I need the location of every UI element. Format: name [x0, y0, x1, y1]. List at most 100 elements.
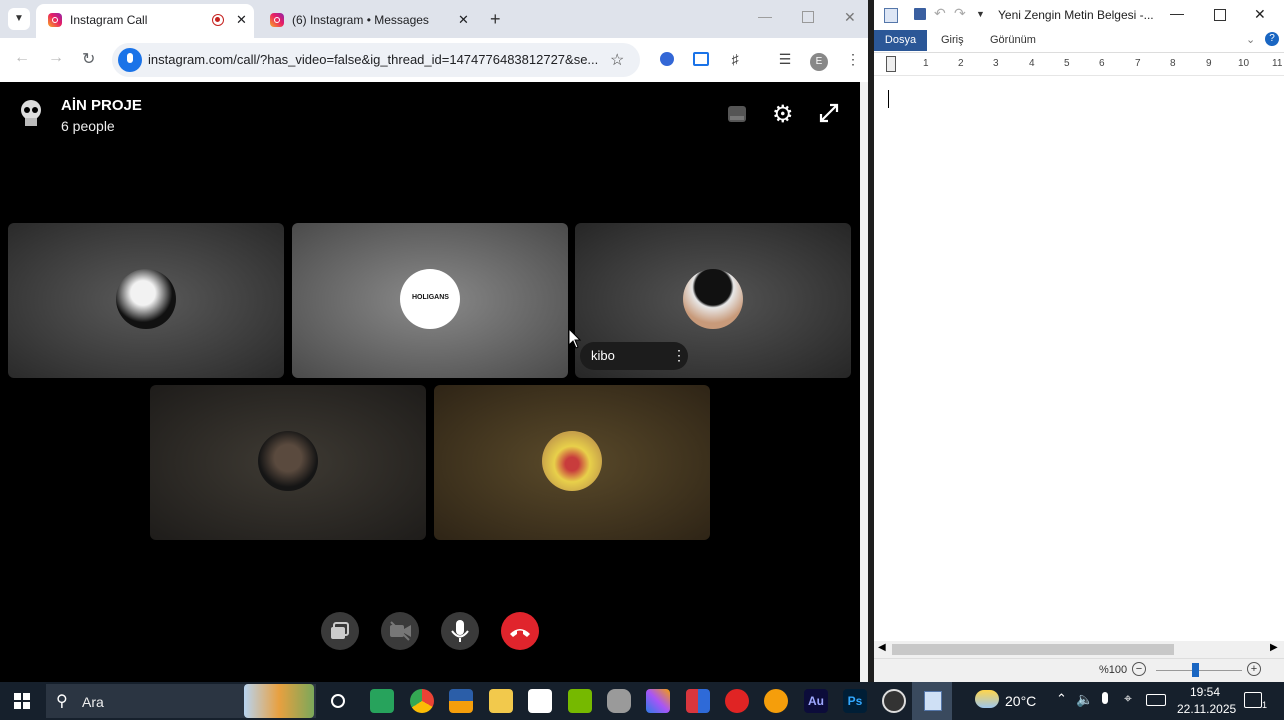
obs-icon[interactable] [882, 689, 906, 713]
scroll-right-icon[interactable]: ▶ [1270, 642, 1278, 653]
microphone-in-use-icon[interactable] [118, 48, 142, 72]
screen-capture-icon[interactable] [690, 48, 712, 70]
weather-icon [975, 690, 999, 708]
ruler-mark: 2 [958, 58, 964, 69]
microphone-app-icon[interactable] [607, 689, 631, 713]
participant-name-tag[interactable]: kibo ⋮ [580, 342, 688, 370]
photoshop-icon[interactable]: Ps [843, 689, 867, 713]
save-icon[interactable] [914, 8, 926, 20]
bookmark-star-icon[interactable]: ☆ [610, 50, 624, 70]
tab-search-button[interactable]: ▼ [8, 8, 30, 30]
nvidia-icon[interactable] [568, 689, 592, 713]
quick-access-dropdown-icon[interactable]: ▼ [976, 9, 985, 19]
wifi-icon[interactable]: ⌖ [1124, 690, 1132, 707]
minimize-button[interactable]: — [1170, 5, 1184, 21]
new-tab-button[interactable]: + [490, 9, 501, 30]
extensions-puzzle-icon[interactable]: ♯ [724, 48, 746, 70]
video-off-button[interactable] [381, 612, 419, 650]
capcut-icon[interactable] [528, 689, 552, 713]
ribbon-collapse-icon[interactable]: ⌄ [1246, 33, 1255, 46]
clock-time[interactable]: 19:54 [1190, 685, 1220, 699]
ribbon-tab-home[interactable]: Giriş [941, 34, 964, 46]
back-icon[interactable]: ← [14, 49, 30, 67]
taskbar: ⚲ Ara Au Ps 20°C ⌃ 🔈 ⌖ 19:54 22.11.2025 … [0, 682, 1284, 720]
zoom-out-button[interactable]: − [1132, 662, 1146, 676]
zoom-in-button[interactable]: + [1247, 662, 1261, 676]
menu-kebab-icon[interactable]: ⋮ [842, 48, 864, 70]
page-scrollbar[interactable] [860, 82, 868, 682]
participant-name: kibo [591, 348, 615, 363]
participant-tile[interactable] [434, 385, 710, 540]
audition-icon[interactable]: Au [804, 689, 828, 713]
app-icon-red-blue[interactable] [686, 689, 710, 713]
close-window-button[interactable]: ✕ [844, 9, 856, 26]
task-view-icon[interactable] [331, 694, 345, 708]
more-options-icon[interactable]: ⋮ [672, 347, 686, 364]
close-tab-icon[interactable]: ✕ [236, 12, 247, 28]
undo-icon[interactable]: ↶ [934, 5, 946, 22]
fullscreen-icon[interactable] [818, 102, 840, 124]
extension-blue-icon[interactable] [656, 48, 678, 70]
ruler-mark: 1 [923, 58, 929, 69]
indent-marker[interactable] [886, 56, 896, 72]
close-tab-icon[interactable]: ✕ [458, 12, 469, 28]
profile-avatar[interactable]: E [808, 48, 830, 71]
tab-instagram-messages[interactable]: (6) Instagram • Messages ✕ [258, 4, 476, 38]
mouse-cursor-icon [568, 328, 582, 349]
tab-instagram-call[interactable]: Instagram Call ✕ [36, 4, 254, 38]
app-icon-blue-orange[interactable] [449, 689, 473, 713]
search-highlight-image [244, 684, 314, 718]
url-text: instagram.com/call/?has_video=false&ig_t… [148, 52, 599, 67]
m365-icon[interactable] [646, 689, 670, 713]
scroll-thumb[interactable] [892, 644, 1174, 655]
minimize-button[interactable]: — [758, 8, 772, 24]
ruler[interactable]: 1 2 3 4 5 6 7 8 9 10 11 [874, 53, 1284, 76]
participant-tile[interactable] [8, 223, 284, 378]
zoom-slider-thumb[interactable] [1192, 663, 1199, 677]
address-bar[interactable]: instagram.com/call/?has_video=false&ig_t… [112, 43, 640, 77]
wordpad-taskbar-icon[interactable] [912, 682, 952, 720]
help-icon[interactable]: ? [1265, 32, 1279, 46]
file-explorer-icon[interactable] [489, 689, 513, 713]
settings-gear-icon[interactable]: ⚙ [772, 100, 794, 129]
notification-icon[interactable] [1244, 692, 1262, 708]
app-icon-green[interactable] [370, 689, 394, 713]
scroll-left-icon[interactable]: ◀ [878, 642, 886, 653]
clock-date[interactable]: 22.11.2025 [1177, 702, 1236, 716]
taskbar-search-box[interactable]: ⚲ Ara [46, 684, 316, 718]
zoom-slider-track[interactable] [1156, 670, 1242, 671]
end-call-button[interactable] [501, 612, 539, 650]
redo-icon[interactable]: ↷ [954, 5, 966, 22]
ruler-mark: 4 [1029, 58, 1035, 69]
document-area[interactable] [874, 76, 1284, 641]
tab-strip: ▼ Instagram Call ✕ (6) Instagram • Messa… [0, 0, 868, 38]
ruler-mark: 5 [1064, 58, 1070, 69]
participant-tile[interactable] [150, 385, 426, 540]
layout-grid-icon[interactable] [727, 104, 747, 124]
show-hidden-icons-icon[interactable]: ⌃ [1056, 691, 1067, 707]
ribbon-tab-file[interactable]: Dosya [874, 30, 927, 51]
notification-count: 1 [1262, 700, 1268, 710]
fl-studio-icon[interactable] [764, 689, 788, 713]
forward-icon[interactable]: → [48, 49, 64, 67]
ribbon-tab-view[interactable]: Görünüm [990, 34, 1036, 46]
media-control-icon[interactable]: ☰ [774, 48, 796, 70]
volume-icon[interactable]: 🔈 [1076, 691, 1093, 708]
participant-tile[interactable]: HOLIGANS [292, 223, 568, 378]
app-icon-red-circle[interactable] [725, 689, 749, 713]
close-window-button[interactable]: ✕ [1254, 6, 1266, 23]
reload-icon[interactable]: ↻ [82, 49, 95, 69]
horizontal-scrollbar[interactable]: ◀ ▶ [874, 641, 1284, 658]
microphone-tray-icon[interactable] [1102, 692, 1108, 704]
wordpad-title-bar: ↶ ↷ ▼ Yeni Zengin Metin Belgesi -... — ✕ [874, 0, 1284, 30]
ruler-mark: 3 [993, 58, 999, 69]
maximize-button[interactable] [1214, 9, 1226, 21]
chrome-icon[interactable] [410, 689, 434, 713]
microphone-button[interactable] [441, 612, 479, 650]
tab-title: Instagram Call [70, 13, 148, 27]
keyboard-icon[interactable] [1146, 694, 1166, 706]
maximize-button[interactable] [802, 11, 814, 23]
share-screen-button[interactable] [321, 612, 359, 650]
temperature[interactable]: 20°C [1005, 693, 1036, 709]
windows-start-icon[interactable] [14, 693, 30, 709]
